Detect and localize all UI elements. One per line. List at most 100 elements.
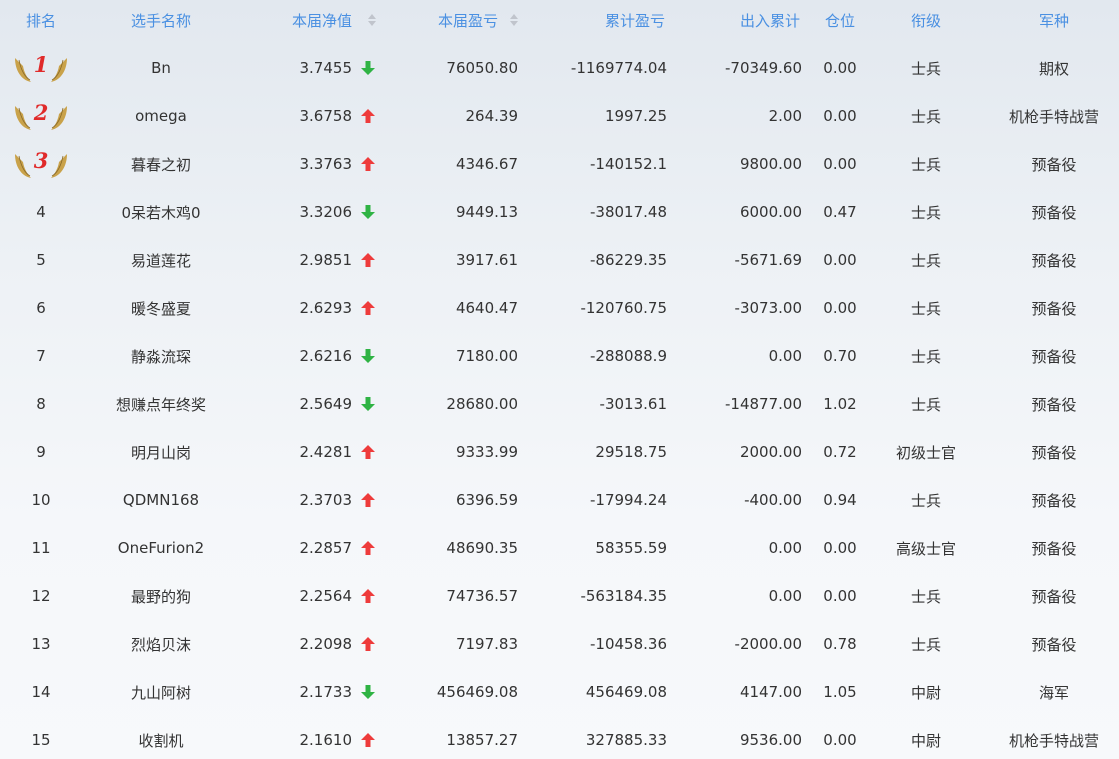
header-nav-label: 本届净值 (291, 11, 352, 30)
table-row: 15 收割机 2.1610 13857.27 327885.33 9536.00… (0, 716, 1119, 759)
table-row: 13 烈焰贝沫 2.2098 7197.83 -10458.36 -2000.0… (0, 620, 1119, 668)
sort-icon[interactable] (500, 0, 520, 40)
player-name[interactable]: 易道莲花 (82, 236, 240, 284)
nav-value: 2.1733 (299, 683, 353, 701)
rank-title: 士兵 (910, 203, 941, 222)
player-name[interactable]: 九山阿树 (82, 668, 240, 716)
player-name[interactable]: 暮春之初 (82, 140, 240, 188)
rank-number: 9 (36, 443, 46, 461)
arm-type: 机枪手特战营 (1008, 731, 1099, 750)
player-name[interactable]: 收割机 (82, 716, 240, 759)
rank-number: 12 (31, 587, 51, 605)
arrow-up-icon (361, 109, 375, 123)
pnl-value: 4640.47 (455, 299, 518, 317)
rank-title: 士兵 (910, 155, 941, 174)
trend-cell (358, 44, 378, 92)
pnl-value: 7180.00 (455, 347, 518, 365)
header-nav-sort[interactable]: 本届净值 (240, 0, 352, 40)
player-name[interactable]: 想赚点年终奖 (82, 380, 240, 428)
player-name[interactable]: 最野的狗 (82, 572, 240, 620)
header-pnl-label: 本届盈亏 (437, 11, 498, 30)
nav-value: 2.6216 (299, 347, 353, 365)
nav-value: 2.5649 (299, 395, 353, 413)
rank-number: 10 (31, 491, 51, 509)
header-flow: 出入累计 (739, 11, 800, 30)
position-value: 0.70 (823, 347, 857, 365)
rank-cell: 7 (0, 332, 82, 380)
rank-title: 士兵 (910, 299, 941, 318)
arm-type: 机枪手特战营 (1008, 107, 1099, 126)
medal-rank-number: 2 (33, 100, 49, 125)
rank-title: 中尉 (910, 683, 941, 702)
cumulative-value: 1997.25 (604, 107, 667, 125)
rank-title: 士兵 (910, 635, 941, 654)
position-value: 1.05 (823, 683, 857, 701)
header-pnl-sort[interactable]: 本届盈亏 (380, 0, 498, 40)
flow-value: -5671.69 (734, 251, 802, 269)
trend-cell (358, 428, 378, 476)
arrow-up-icon (361, 301, 375, 315)
rank-cell: 11 (0, 524, 82, 572)
trend-cell (358, 524, 378, 572)
rank-cell: 1 (0, 44, 82, 92)
rank-cell: 9 (0, 428, 82, 476)
arrow-up-icon (361, 541, 375, 555)
player-name[interactable]: Bn (82, 44, 240, 92)
arrow-up-icon (361, 733, 375, 747)
pnl-value: 74736.57 (446, 587, 518, 605)
pnl-value: 48690.35 (446, 539, 518, 557)
nav-value: 2.2857 (299, 539, 353, 557)
rank-cell: 8 (0, 380, 82, 428)
trend-cell (358, 476, 378, 524)
rank-number: 15 (31, 731, 51, 749)
player-name[interactable]: 烈焰贝沫 (82, 620, 240, 668)
table-row: 4 0呆若木鸡0 3.3206 9449.13 -38017.48 6000.0… (0, 188, 1119, 236)
position-value: 0.00 (823, 155, 857, 173)
pnl-value: 13857.27 (446, 731, 518, 749)
arm-type: 海军 (1038, 683, 1069, 702)
rank-number: 14 (31, 683, 51, 701)
arrow-down-icon (361, 349, 375, 363)
header-title: 衔级 (910, 11, 941, 30)
arm-type: 预备役 (1031, 635, 1077, 654)
player-name[interactable]: OneFurion2 (82, 524, 240, 572)
rank-number: 8 (36, 395, 46, 413)
position-value: 0.00 (823, 731, 857, 749)
trend-cell (358, 236, 378, 284)
pnl-value: 76050.80 (446, 59, 518, 77)
trend-cell (358, 380, 378, 428)
position-value: 0.47 (823, 203, 857, 221)
player-name[interactable]: 明月山岗 (82, 428, 240, 476)
sort-icon[interactable] (358, 0, 378, 40)
table-header: 排名 选手名称 本届净值 本届盈亏 累计盈亏 出入累计 仓位 衔级 军种 (0, 0, 1119, 40)
cumulative-value: -17994.24 (590, 491, 667, 509)
arrow-up-icon (361, 493, 375, 507)
pnl-value: 456469.08 (436, 683, 518, 701)
player-name[interactable]: omega (82, 92, 240, 140)
rank-cell: 10 (0, 476, 82, 524)
pnl-value: 6396.59 (455, 491, 518, 509)
nav-value: 3.3206 (299, 203, 353, 221)
position-value: 1.02 (823, 395, 857, 413)
arrow-down-icon (361, 685, 375, 699)
table-row: 6 暖冬盛夏 2.6293 4640.47 -120760.75 -3073.0… (0, 284, 1119, 332)
rank-cell: 6 (0, 284, 82, 332)
nav-value: 2.2098 (299, 635, 353, 653)
player-name[interactable]: 0呆若木鸡0 (82, 188, 240, 236)
nav-value: 3.6758 (299, 107, 353, 125)
pnl-value: 264.39 (465, 107, 519, 125)
position-value: 0.00 (823, 251, 857, 269)
rank-number: 11 (31, 539, 51, 557)
player-name[interactable]: 静淼流琛 (82, 332, 240, 380)
rank-cell: 14 (0, 668, 82, 716)
header-cumulative: 累计盈亏 (604, 11, 665, 30)
player-name[interactable]: 暖冬盛夏 (82, 284, 240, 332)
flow-value: -400.00 (744, 491, 802, 509)
flow-value: -3073.00 (734, 299, 802, 317)
rank-title: 初级士官 (895, 443, 956, 462)
flow-value: 0.00 (768, 539, 802, 557)
rank-title: 士兵 (910, 59, 941, 78)
nav-value: 3.3763 (299, 155, 353, 173)
player-name[interactable]: QDMN168 (82, 476, 240, 524)
rank-number: 6 (36, 299, 46, 317)
